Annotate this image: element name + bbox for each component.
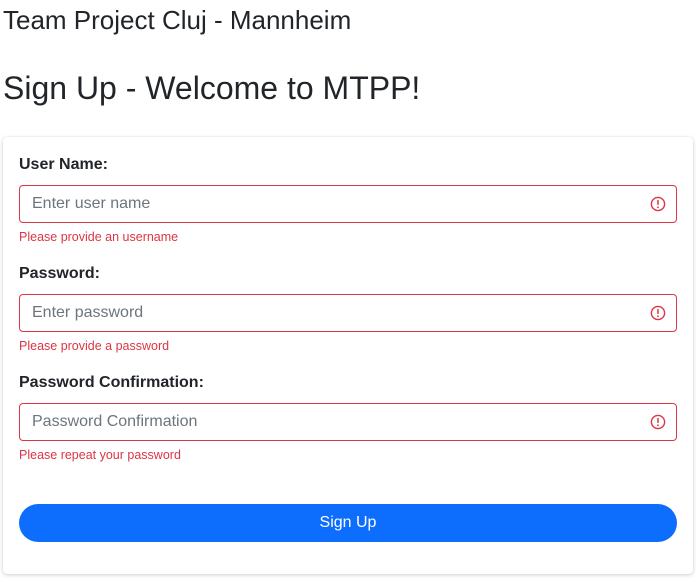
sign-up-button[interactable]: Sign Up	[19, 504, 677, 542]
password-label: Password:	[19, 265, 100, 282]
app-title: Team Project Cluj - Mannheim	[3, 5, 352, 35]
password-field	[19, 294, 677, 332]
exclamation-circle-icon	[650, 305, 666, 321]
password-confirmation-input[interactable]	[20, 404, 676, 440]
page-title: Sign Up - Welcome to MTPP!	[3, 70, 421, 106]
password-confirmation-field	[19, 403, 677, 441]
username-error: Please provide an username	[19, 230, 179, 244]
password-input[interactable]	[20, 295, 676, 331]
username-input[interactable]	[20, 186, 676, 222]
signup-form: User Name: Please provide an username Pa…	[3, 137, 693, 574]
exclamation-circle-icon	[650, 414, 666, 430]
username-label: User Name:	[19, 156, 108, 173]
exclamation-circle-icon	[650, 196, 666, 212]
password-confirmation-label: Password Confirmation:	[19, 374, 204, 391]
password-confirmation-error: Please repeat your password	[19, 448, 181, 462]
username-field	[19, 185, 677, 223]
password-error: Please provide a password	[19, 339, 170, 353]
